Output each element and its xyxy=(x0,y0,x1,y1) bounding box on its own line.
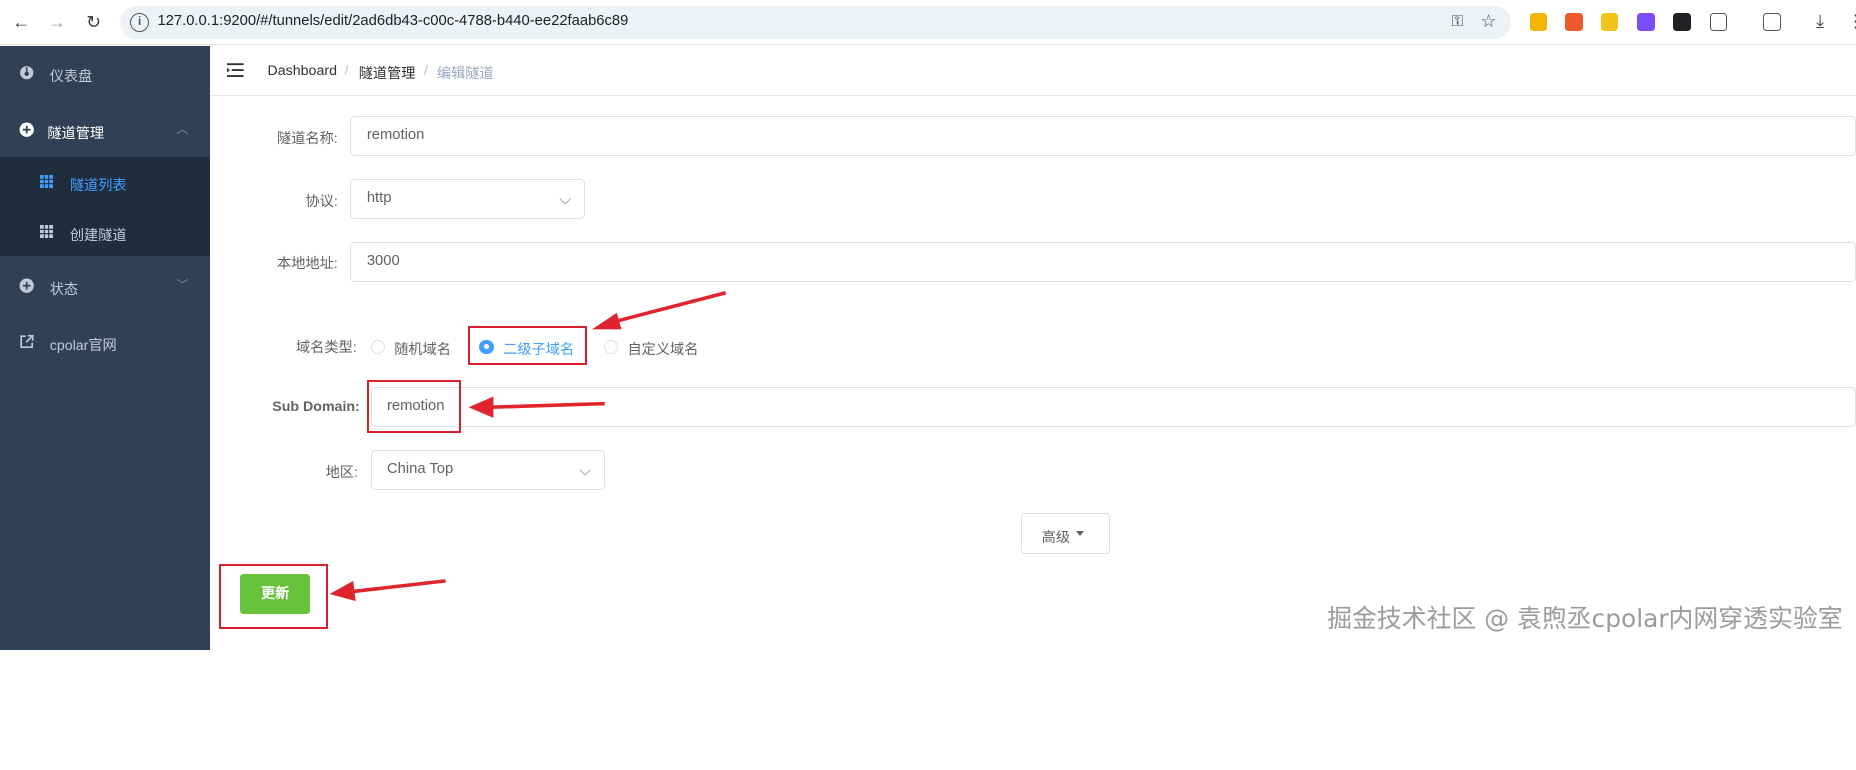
radio-circle xyxy=(370,339,385,354)
breadcrumb-separator: / xyxy=(344,62,349,79)
sidebar-item-status[interactable]: 状态 ﹀ xyxy=(0,259,210,313)
table-grid-icon xyxy=(40,224,54,238)
caret-down-icon xyxy=(1075,531,1084,537)
annotation-box-subdomain-radio xyxy=(467,325,588,365)
extensions-puzzle-icon[interactable] xyxy=(1709,13,1728,31)
tunnel-name-label: 隧道名称: xyxy=(277,130,338,147)
sidebar-item-label: 隧道列表 xyxy=(69,178,127,195)
radio-label: 随机域名 xyxy=(394,341,451,358)
sidebar: 仪表盘 隧道管理 ︿ 隧道列表 创建隧道 状态 ﹀ cpolar官网 xyxy=(0,46,210,650)
sidebar-item-label: 隧道管理 xyxy=(47,126,105,143)
advanced-toggle-button[interactable]: 高级 xyxy=(1020,512,1111,555)
chevron-up-icon: ︿ xyxy=(176,121,189,136)
radio-label: 自定义域名 xyxy=(627,341,699,358)
extension-docs-icon[interactable] xyxy=(1529,13,1548,31)
protocol-select-value: http xyxy=(366,189,392,206)
domain-type-label: 域名类型: xyxy=(295,340,357,357)
bookmark-star-icon[interactable]: ☆ xyxy=(1481,11,1497,32)
breadcrumb-separator: / xyxy=(423,62,428,79)
chevron-down-icon xyxy=(559,193,572,206)
extension-key-icon[interactable] xyxy=(1600,13,1619,31)
sub-domain-label: Sub Domain: xyxy=(272,398,360,415)
browser-toolbar: ← → ↻ i 127.0.0.1:9200/#/tunnels/edit/2a… xyxy=(0,0,1856,45)
plus-circle-icon xyxy=(19,278,34,294)
extension-tab-icon[interactable] xyxy=(1672,13,1691,31)
sidebar-item-label: 创建隧道 xyxy=(69,227,127,244)
protocol-select[interactable]: http xyxy=(350,178,585,220)
annotation-box-update-button xyxy=(219,563,328,629)
breadcrumb-edit-tunnel: 编辑隧道 xyxy=(436,65,494,82)
radio-circle xyxy=(603,339,618,354)
extension-json-icon[interactable] xyxy=(1565,13,1583,31)
sidebar-item-dashboard[interactable]: 仪表盘 xyxy=(0,46,210,100)
sidebar-item-label: cpolar官网 xyxy=(49,338,117,355)
forward-icon[interactable]: → xyxy=(45,11,69,35)
tab-search-icon[interactable] xyxy=(1762,13,1781,31)
region-select[interactable]: China Top xyxy=(370,449,605,491)
external-link-icon xyxy=(20,334,34,348)
navbar: Dashboard / 隧道管理 / 编辑隧道 xyxy=(209,46,1856,96)
password-key-icon[interactable]: ⚿ xyxy=(1452,13,1464,31)
sidebar-item-create-tunnel[interactable]: 创建隧道 xyxy=(0,207,210,257)
local-address-label: 本地地址: xyxy=(277,256,338,273)
extension-sparkle-icon[interactable] xyxy=(1637,13,1656,31)
breadcrumb-tunnel-management[interactable]: 隧道管理 xyxy=(359,63,416,83)
plus-circle-icon xyxy=(19,122,34,137)
local-address-input[interactable]: 3000 xyxy=(350,241,1856,282)
browser-menu-icon[interactable]: ⋮ xyxy=(1847,11,1856,32)
sidebar-item-tunnel-list[interactable]: 隧道列表 xyxy=(0,157,210,207)
table-grid-icon xyxy=(40,175,54,189)
watermark: 掘金技术社区 @ 袁煦丞cpolar内网穿透实验室 xyxy=(1327,604,1843,634)
back-icon[interactable]: ← xyxy=(9,11,33,35)
submenu-tunnels: 隧道列表 创建隧道 xyxy=(0,157,210,257)
region-label: 地区: xyxy=(325,464,358,481)
sidebar-item-cpolar-site[interactable]: cpolar官网 xyxy=(0,315,210,369)
annotation-arrow xyxy=(468,396,605,418)
advanced-label: 高级 xyxy=(1041,529,1071,546)
annotation-box-subdomain-input xyxy=(367,380,461,434)
sidebar-item-tunnel-management[interactable]: 隧道管理 ︿ xyxy=(0,103,210,157)
reload-icon[interactable]: ↻ xyxy=(82,11,106,35)
dashboard-gauge-icon xyxy=(20,66,34,80)
chevron-down-icon xyxy=(579,464,592,477)
annotation-arrow xyxy=(591,290,727,330)
address-bar[interactable]: i 127.0.0.1:9200/#/tunnels/edit/2ad6db43… xyxy=(119,5,1511,40)
breadcrumb-dashboard[interactable]: Dashboard xyxy=(268,63,337,79)
region-select-value: China Top xyxy=(386,460,454,477)
tunnel-name-input[interactable]: remotion xyxy=(350,116,1856,157)
sidebar-item-label: 仪表盘 xyxy=(49,69,93,86)
annotation-arrow xyxy=(329,579,446,602)
menu-fold-icon[interactable] xyxy=(227,62,244,77)
chevron-down-icon: ﹀ xyxy=(176,277,189,292)
protocol-label: 协议: xyxy=(305,193,338,210)
sidebar-item-label: 状态 xyxy=(49,282,79,299)
site-info-icon[interactable]: i xyxy=(130,13,150,32)
url-text[interactable]: 127.0.0.1:9200/#/tunnels/edit/2ad6db43-c… xyxy=(157,13,628,29)
download-icon[interactable]: ⤓ xyxy=(1816,11,1824,32)
